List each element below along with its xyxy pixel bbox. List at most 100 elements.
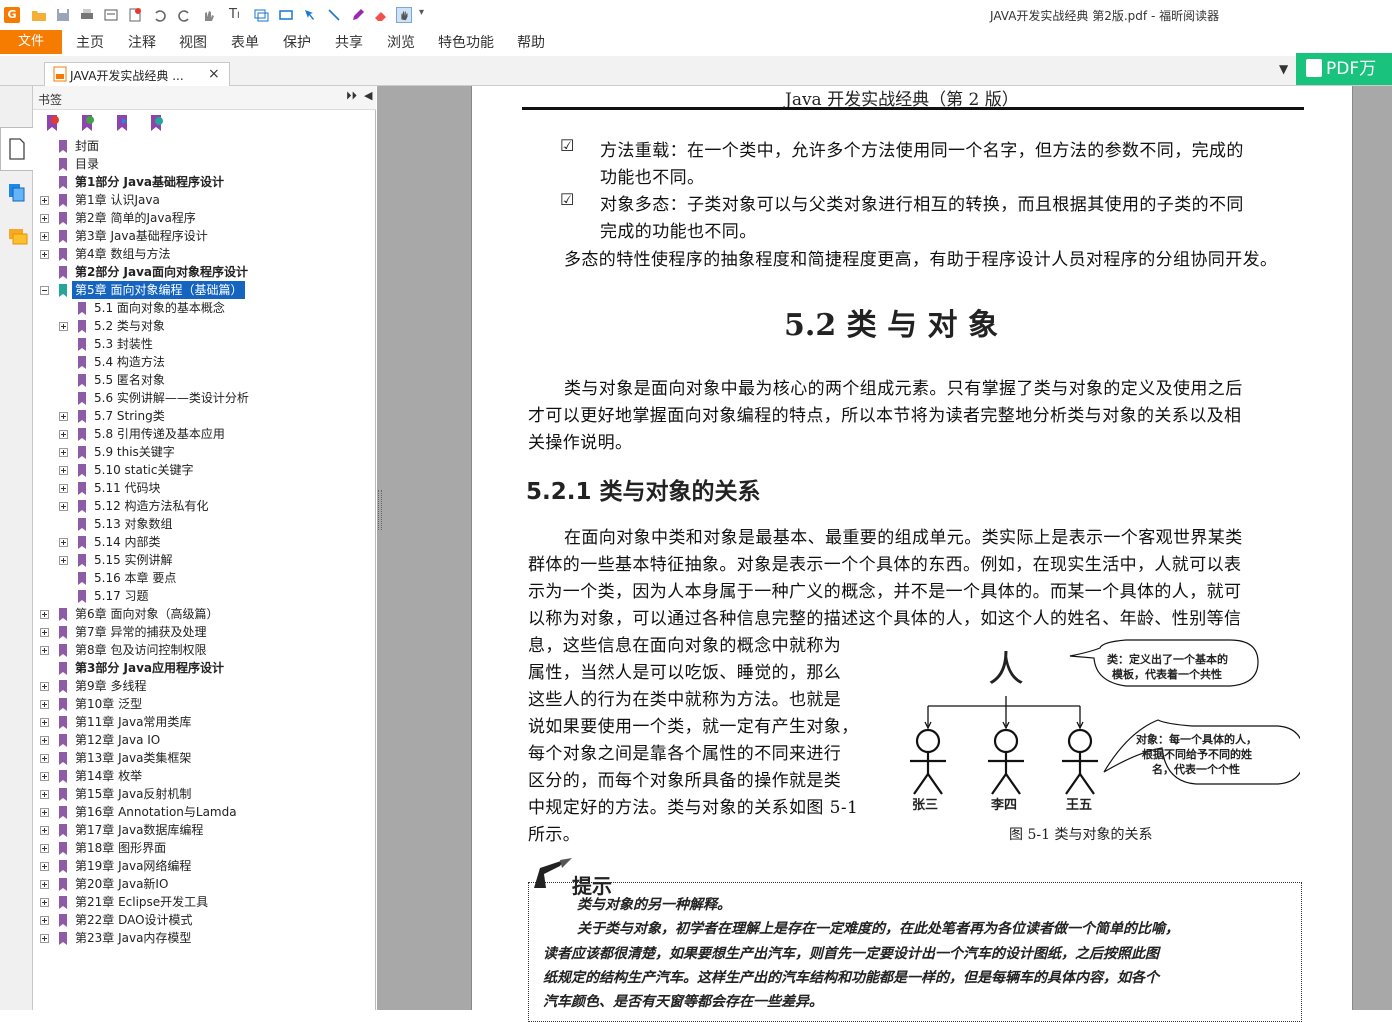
tree-expand-toggle[interactable] [40, 898, 49, 907]
bookmark-item[interactable]: 第1部分 Java基础程序设计 [75, 173, 224, 191]
bookmark-item[interactable]: 第2部分 Java面向对象程序设计 [75, 263, 248, 281]
bookmark-item[interactable]: 第14章 枚举 [75, 767, 142, 785]
tree-expand-toggle[interactable] [40, 214, 49, 223]
eraser-icon[interactable] [373, 7, 389, 23]
tree-expand-toggle[interactable] [40, 790, 49, 799]
menu-browse[interactable]: 浏览 [387, 32, 415, 52]
menu-view[interactable]: 视图 [179, 32, 207, 52]
tree-expand-toggle[interactable] [40, 232, 49, 241]
tree-expand-toggle[interactable] [40, 916, 49, 925]
bookmark-item[interactable]: 第16章 Annotation与Lamda [75, 803, 237, 821]
redo-icon[interactable] [176, 7, 192, 23]
bookmark-item[interactable]: 5.3 封装性 [94, 335, 153, 353]
menu-protect[interactable]: 保护 [283, 32, 311, 52]
delete-bookmark-icon[interactable] [44, 114, 60, 132]
bookmark-item[interactable]: 5.14 内部类 [94, 533, 161, 551]
bookmark-item[interactable]: 5.16 本章 要点 [94, 569, 176, 587]
bookmark-item[interactable]: 第20章 Java新IO [75, 875, 168, 893]
comments-icon[interactable] [8, 228, 28, 246]
bookmark-item[interactable]: 5.4 构造方法 [94, 353, 165, 371]
bookmark-item[interactable]: 第17章 Java数据库编程 [75, 821, 203, 839]
hand-tool-icon[interactable] [396, 7, 412, 23]
bookmark-item[interactable]: 5.7 String类 [94, 407, 165, 425]
bookmark-item[interactable]: 5.8 引用传递及基本应用 [94, 425, 225, 443]
bookmark-item[interactable]: 目录 [75, 155, 99, 173]
bookmark-item[interactable]: 第10章 泛型 [75, 695, 142, 713]
bookmark-item[interactable]: 5.2 类与对象 [94, 317, 165, 335]
tree-expand-toggle[interactable] [59, 412, 68, 421]
tree-expand-toggle[interactable] [40, 880, 49, 889]
bookmark-goto-icon[interactable] [114, 114, 130, 132]
tree-expand-toggle[interactable] [59, 322, 68, 331]
tree-expand-toggle[interactable] [40, 718, 49, 727]
panel-resize-handle[interactable] [378, 490, 382, 530]
pdf-promo-banner[interactable]: PDF万 [1296, 53, 1392, 85]
tree-expand-toggle[interactable] [40, 610, 49, 619]
tree-expand-toggle[interactable] [40, 286, 49, 295]
tree-expand-toggle[interactable] [40, 844, 49, 853]
bookmark-item[interactable]: 第5章 面向对象编程（基础篇） [72, 281, 246, 299]
bookmark-item[interactable]: 5.6 实例讲解——类设计分析 [94, 389, 249, 407]
properties-icon[interactable] [103, 7, 119, 23]
tree-expand-toggle[interactable] [40, 826, 49, 835]
menu-home[interactable]: 主页 [76, 32, 104, 52]
collapse-panel-icon[interactable]: ◀ [364, 89, 372, 102]
thumbnails-icon[interactable] [8, 183, 26, 203]
text-tool-icon[interactable]: TI [229, 7, 245, 23]
tree-expand-toggle[interactable] [40, 646, 49, 655]
tree-expand-toggle[interactable] [59, 538, 68, 547]
bookmark-item[interactable]: 第18章 图形界面 [75, 839, 166, 857]
tree-expand-toggle[interactable] [59, 448, 68, 457]
bookmark-settings-icon[interactable] [148, 114, 164, 132]
tree-expand-toggle[interactable] [40, 754, 49, 763]
close-tab-icon[interactable]: × [208, 66, 220, 82]
open-folder-icon[interactable] [31, 7, 47, 23]
menu-features[interactable]: 特色功能 [438, 32, 494, 52]
tree-expand-toggle[interactable] [40, 736, 49, 745]
bookmark-item[interactable]: 5.12 构造方法私有化 [94, 497, 209, 515]
bookmark-item[interactable]: 第19章 Java网络编程 [75, 857, 191, 875]
tree-expand-toggle[interactable] [40, 196, 49, 205]
tab-list-dropdown-icon[interactable]: ▼ [1279, 62, 1288, 76]
bookmark-item[interactable]: 5.5 匿名对象 [94, 371, 165, 389]
rectangle-tool-icon[interactable] [278, 7, 294, 23]
bookmark-item[interactable]: 第2章 简单的Java程序 [75, 209, 196, 227]
tree-expand-toggle[interactable] [59, 484, 68, 493]
bookmark-item[interactable]: 第21章 Eclipse开发工具 [75, 893, 208, 911]
tree-expand-toggle[interactable] [59, 430, 68, 439]
arrow-tool-icon[interactable] [302, 7, 318, 23]
line-tool-icon[interactable] [326, 7, 342, 23]
bookmark-item[interactable]: 5.17 习题 [94, 587, 149, 605]
bookmark-item[interactable]: 第1章 认识Java [75, 191, 160, 209]
bookmark-item[interactable]: 第13章 Java类集框架 [75, 749, 191, 767]
expand-panel-icon[interactable]: ⏵⏵ [346, 89, 357, 103]
bookmark-item[interactable]: 第9章 多线程 [75, 677, 146, 695]
new-doc-icon[interactable] [127, 7, 143, 23]
menu-share[interactable]: 共享 [335, 32, 363, 52]
bookmark-item[interactable]: 5.13 对象数组 [94, 515, 173, 533]
tree-expand-toggle[interactable] [40, 250, 49, 259]
customize-dropdown-icon[interactable]: ▾ [419, 7, 435, 23]
bookmark-item[interactable]: 第15章 Java反射机制 [75, 785, 191, 803]
bookmark-item[interactable]: 5.15 实例讲解 [94, 551, 173, 569]
bookmark-item[interactable]: 封面 [75, 137, 99, 155]
tree-expand-toggle[interactable] [40, 862, 49, 871]
bookmark-item[interactable]: 5.1 面向对象的基本概念 [94, 299, 225, 317]
pencil-icon[interactable] [350, 7, 366, 23]
bookmark-item[interactable]: 5.11 代码块 [94, 479, 161, 497]
tree-expand-toggle[interactable] [40, 934, 49, 943]
bookmark-item[interactable]: 5.10 static关键字 [94, 461, 193, 479]
bookmark-item[interactable]: 第11章 Java常用类库 [75, 713, 191, 731]
bookmark-item[interactable]: 第4章 数组与方法 [75, 245, 170, 263]
bookmark-item[interactable]: 第12章 Java IO [75, 731, 160, 749]
tree-expand-toggle[interactable] [40, 808, 49, 817]
menu-help[interactable]: 帮助 [517, 32, 545, 52]
bookmark-item[interactable]: 第3章 Java基础程序设计 [75, 227, 208, 245]
tree-expand-toggle[interactable] [40, 628, 49, 637]
bookmark-item[interactable]: 第23章 Java内存模型 [75, 929, 191, 947]
file-menu-button[interactable]: 文件 [0, 30, 62, 54]
tree-expand-toggle[interactable] [59, 502, 68, 511]
save-icon[interactable] [55, 7, 71, 23]
menu-comment[interactable]: 注释 [128, 32, 156, 52]
tree-expand-toggle[interactable] [40, 682, 49, 691]
